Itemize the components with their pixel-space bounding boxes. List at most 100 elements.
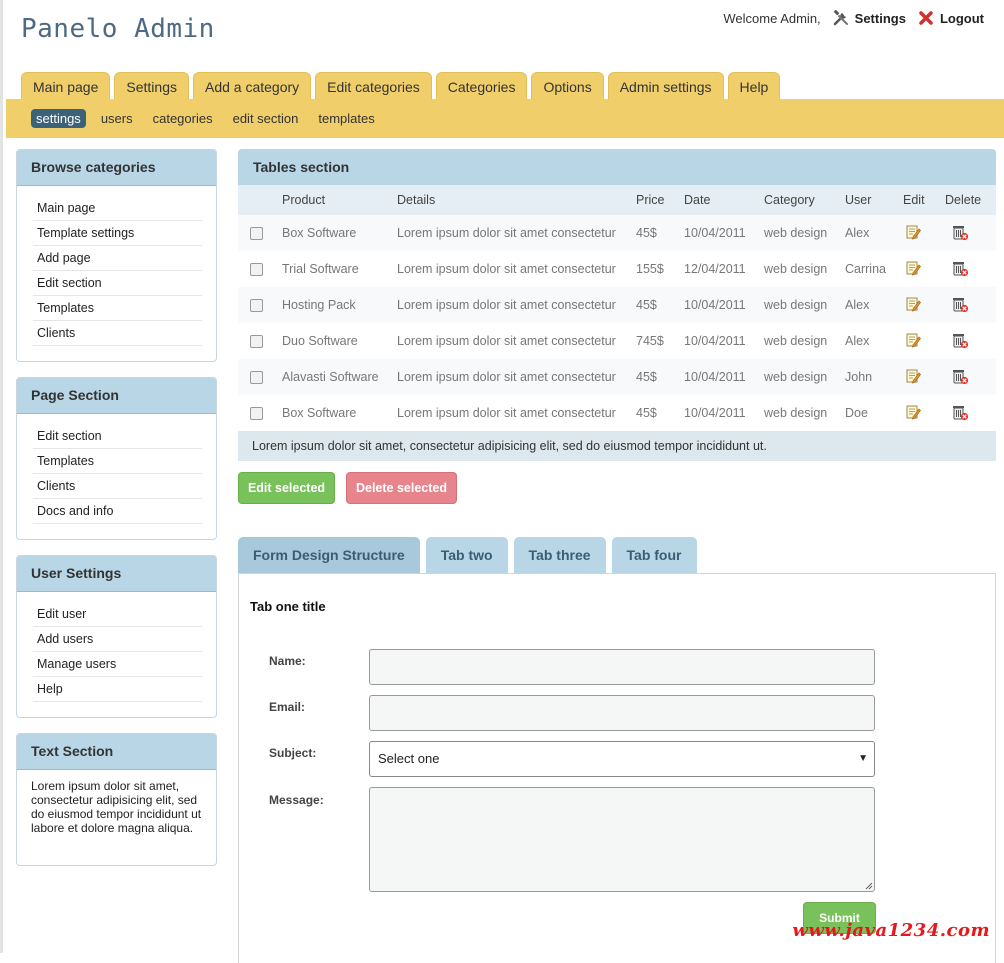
subnav-templates[interactable]: templates <box>313 109 379 128</box>
box-title: Page Section <box>17 378 216 414</box>
tab-four[interactable]: Tab four <box>611 537 697 573</box>
delete-row-button[interactable] <box>945 323 996 359</box>
tab-two[interactable]: Tab two <box>425 537 508 573</box>
cell-price: 45$ <box>636 359 684 395</box>
sidebar-item-clients[interactable]: Clients <box>33 321 202 346</box>
sidebar-item-add-users[interactable]: Add users <box>33 627 202 652</box>
email-label: Email: <box>269 700 306 714</box>
cell-user: Alex <box>845 287 903 323</box>
row-checkbox[interactable] <box>238 215 282 251</box>
sidebar-item-templates[interactable]: Templates <box>33 296 202 321</box>
edit-selected-button[interactable]: Edit selected <box>238 472 335 504</box>
delete-row-button[interactable] <box>945 215 996 251</box>
row-checkbox[interactable] <box>238 359 282 395</box>
edit-row-button[interactable] <box>903 323 945 359</box>
text-section-box: Text Section Lorem ipsum dolor sit amet,… <box>16 733 217 866</box>
checkbox[interactable] <box>250 299 263 313</box>
edit-row-button[interactable] <box>903 395 945 431</box>
checkbox[interactable] <box>250 335 263 349</box>
cell-user: Carrina <box>845 251 903 287</box>
checkbox[interactable] <box>250 371 263 385</box>
edit-row-button[interactable] <box>903 251 945 287</box>
name-field[interactable] <box>369 649 875 685</box>
delete-row-button[interactable] <box>945 395 996 431</box>
resize-handle-icon[interactable] <box>865 882 873 890</box>
email-field[interactable] <box>369 695 875 731</box>
sidebar-item-edit-user[interactable]: Edit user <box>33 602 202 627</box>
col-date: Date <box>684 185 764 215</box>
sidebar-item-add-page[interactable]: Add page <box>33 246 202 271</box>
checkbox[interactable] <box>250 263 263 277</box>
sidebar-item-docs[interactable]: Docs and info <box>33 499 202 524</box>
cell-user: Doe <box>845 395 903 431</box>
subject-label: Subject: <box>269 746 317 760</box>
cell-product: Duo Software <box>282 323 397 359</box>
row-checkbox[interactable] <box>238 395 282 431</box>
row-checkbox[interactable] <box>238 287 282 323</box>
cell-category: web design <box>764 323 845 359</box>
page-section-box: Page Section Edit section Templates Clie… <box>16 377 217 540</box>
sidebar-item-manage-users[interactable]: Manage users <box>33 652 202 677</box>
sidebar-item-templates[interactable]: Templates <box>33 449 202 474</box>
cell-category: web design <box>764 251 845 287</box>
subnav-users[interactable]: users <box>96 109 138 128</box>
delete-icon <box>953 297 969 312</box>
text-section-body: Lorem ipsum dolor sit amet, consectetur … <box>31 779 202 835</box>
delete-icon <box>953 261 969 276</box>
sidebar-item-main-page[interactable]: Main page <box>33 196 202 221</box>
subnav-settings[interactable]: settings <box>31 109 86 128</box>
checkbox[interactable] <box>250 227 263 241</box>
main-nav: Main page Settings Add a category Edit c… <box>21 72 781 101</box>
delete-row-button[interactable] <box>945 251 996 287</box>
cell-details: Lorem ipsum dolor sit amet consectetur <box>397 215 636 251</box>
delete-row-button[interactable] <box>945 359 996 395</box>
sidebar-item-template-settings[interactable]: Template settings <box>33 221 202 246</box>
cell-user: Alex <box>845 323 903 359</box>
checkbox[interactable] <box>250 407 263 421</box>
message-label: Message: <box>269 793 324 807</box>
subnav-categories[interactable]: categories <box>148 109 218 128</box>
tab-main-page[interactable]: Main page <box>21 72 111 101</box>
sidebar-item-edit-section[interactable]: Edit section <box>33 424 202 449</box>
edit-row-button[interactable] <box>903 215 945 251</box>
row-checkbox[interactable] <box>238 251 282 287</box>
table-row: Hosting Pack Lorem ipsum dolor sit amet c… <box>238 287 996 323</box>
tab-categories[interactable]: Categories <box>435 72 528 101</box>
close-icon <box>919 11 933 25</box>
table-row: Box Software Lorem ipsum dolor sit amet c… <box>238 395 996 431</box>
tab-settings[interactable]: Settings <box>114 72 189 101</box>
edit-row-button[interactable] <box>903 287 945 323</box>
subnav-edit-section[interactable]: edit section <box>228 109 304 128</box>
cell-user: John <box>845 359 903 395</box>
watermark: www.java1234.com <box>792 920 990 941</box>
tab-three[interactable]: Tab three <box>513 537 606 573</box>
cell-product: Alavasti Software <box>282 359 397 395</box>
logout-link[interactable]: Logout <box>918 10 984 26</box>
chevron-down-icon: ▼ <box>858 753 868 764</box>
sidebar-item-help[interactable]: Help <box>33 677 202 702</box>
delete-row-button[interactable] <box>945 287 996 323</box>
tab-help[interactable]: Help <box>727 72 781 101</box>
edit-icon <box>906 369 921 383</box>
row-checkbox[interactable] <box>238 323 282 359</box>
col-edit: Edit <box>903 185 945 215</box>
edit-icon <box>906 225 921 239</box>
edit-row-button[interactable] <box>903 359 945 395</box>
sidebar-item-clients[interactable]: Clients <box>33 474 202 499</box>
table-footer-note: Lorem ipsum dolor sit amet, consectetur … <box>238 431 996 461</box>
tab-edit-categories[interactable]: Edit categories <box>315 72 432 101</box>
settings-link[interactable]: Settings <box>833 10 906 26</box>
message-textarea[interactable] <box>369 787 875 892</box>
tab-add-category[interactable]: Add a category <box>192 72 312 101</box>
cell-date: 12/04/2011 <box>684 251 764 287</box>
tab-admin-settings[interactable]: Admin settings <box>607 72 724 101</box>
tab-form-design[interactable]: Form Design Structure <box>238 537 420 573</box>
sidebar-item-edit-section[interactable]: Edit section <box>33 271 202 296</box>
subject-select[interactable]: Select one ▼ <box>369 741 875 777</box>
tab-options[interactable]: Options <box>531 72 604 101</box>
cell-date: 10/04/2011 <box>684 359 764 395</box>
delete-selected-button[interactable]: Delete selected <box>346 472 457 504</box>
cell-price: 155$ <box>636 251 684 287</box>
cell-product: Box Software <box>282 395 397 431</box>
cell-product: Trial Software <box>282 251 397 287</box>
